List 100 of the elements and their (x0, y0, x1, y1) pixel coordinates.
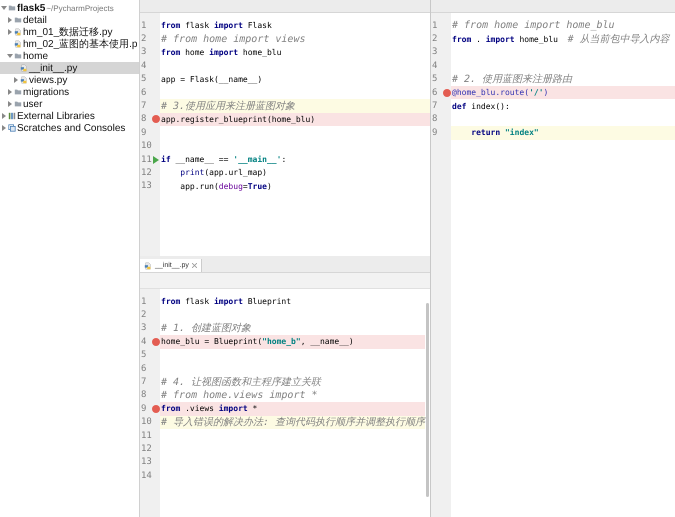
tree-item[interactable]: Scratches and Consoles (0, 122, 139, 134)
tree-item[interactable]: home (0, 50, 139, 62)
run-icon[interactable] (152, 156, 160, 164)
collapsed-arrow-icon[interactable] (7, 89, 13, 95)
line-number: 11 (140, 430, 152, 441)
line-number: 2 (140, 310, 148, 320)
line-number: 13 (140, 181, 152, 192)
tree-item[interactable]: flask5~/PycharmProjects (0, 2, 139, 14)
code-line: app.run(debug=True) (179, 182, 272, 191)
code-line: def index(): (451, 102, 510, 111)
breakpoint-icon[interactable] (152, 404, 160, 413)
line-number: 1 (140, 296, 148, 307)
tree-item[interactable]: hm_01_数据迁移.py (0, 26, 139, 38)
line-number: 3 (140, 47, 148, 58)
code-line: home_blu = Blueprint("home_b", __name__) (160, 337, 354, 346)
code-line: from flask import Flask (160, 21, 272, 30)
tree-item[interactable]: External Libraries (0, 110, 139, 122)
line-number: 5 (431, 74, 438, 84)
tree-item-label: hm_01_数据迁移.py (23, 26, 112, 38)
line-number: 9 (140, 128, 148, 138)
expanded-arrow-icon[interactable] (7, 53, 13, 59)
line-number: 7 (431, 101, 438, 112)
close-icon[interactable] (192, 263, 197, 268)
code-line: # 1. 创建蓝图对象 (160, 322, 252, 336)
python-file-icon (14, 28, 22, 36)
scrollbar[interactable] (426, 303, 430, 497)
code-line: # 4. 让视图函数和主程序建立关联 (160, 376, 322, 390)
code-line: from home import home_blu (160, 48, 282, 57)
code-line: # 3.使用应用来注册蓝图对象 (160, 100, 296, 114)
collapsed-arrow-icon[interactable] (7, 17, 13, 23)
code-line: app = Flask(__name__) (160, 74, 262, 84)
collapsed-arrow-icon[interactable] (1, 125, 7, 131)
code-line: if __name__ == '__main__': (160, 155, 286, 164)
tree-item-label: __init__.py (29, 62, 78, 74)
line-number: 13 (140, 457, 152, 468)
line-number: 7 (140, 101, 148, 112)
library-icon (8, 112, 16, 120)
code-line: # from home import home_blu (451, 20, 615, 32)
line-number: 12 (140, 444, 152, 454)
tree-item-label: user (23, 98, 42, 110)
line-number: 4 (140, 60, 148, 71)
tree-item-label: Scratches and Consoles (17, 122, 126, 134)
code-line: @home_blu.route('/') (451, 88, 548, 98)
code-line: # from home.views import * (160, 390, 318, 401)
line-number: 9 (140, 404, 148, 414)
line-number: 10 (140, 417, 152, 428)
line-number: 9 (431, 128, 438, 138)
line-number: 3 (140, 323, 148, 334)
line-number: 5 (140, 350, 148, 360)
line-number: 12 (140, 168, 152, 178)
code-line: from .views import * (160, 404, 258, 414)
tree-item[interactable]: migrations (0, 86, 139, 98)
breakpoint-icon[interactable] (152, 338, 160, 346)
tree-item-label: migrations (23, 86, 70, 98)
tree-item[interactable]: detail (0, 14, 139, 26)
line-number: 10 (140, 141, 152, 152)
code-line: # 2. 使用蓝图来注册路由 (451, 72, 572, 86)
python-file-icon (20, 64, 28, 72)
code-line: # from home import views (160, 34, 306, 45)
breakpoint-icon[interactable] (152, 115, 160, 124)
code-line: print(app.url_map) (179, 168, 267, 178)
tree-item[interactable]: hm_02_蓝图的基本使用.p (0, 38, 139, 50)
line-number: 2 (140, 34, 148, 44)
python-file-icon (14, 40, 22, 48)
tree-item[interactable]: __init__.py (0, 62, 139, 74)
tree-item-label: hm_02_蓝图的基本使用.p (23, 38, 138, 51)
code-line: app.register_blueprint(home_blu) (160, 114, 316, 124)
collapsed-arrow-icon[interactable] (13, 77, 19, 83)
code-line: from . import home_blu # 从当前包中导入内容 (451, 32, 670, 46)
expanded-arrow-icon[interactable] (1, 5, 7, 11)
line-number: 1 (431, 20, 438, 31)
tree-item-label: flask5 (17, 2, 46, 14)
line-number: 6 (140, 364, 148, 374)
folder-icon (14, 52, 22, 60)
collapsed-arrow-icon[interactable] (7, 101, 13, 107)
line-number: 1 (140, 20, 148, 31)
tree-item[interactable]: user (0, 98, 139, 110)
collapsed-arrow-icon[interactable] (1, 113, 7, 119)
python-file-icon (144, 262, 152, 270)
code-line: return "index" (470, 128, 539, 138)
line-number: 7 (140, 377, 148, 388)
line-number: 4 (140, 336, 148, 347)
project-path: ~/PycharmProjects (46, 4, 114, 12)
line-number: 11 (140, 154, 152, 165)
line-number: 3 (431, 47, 438, 58)
line-number: 4 (431, 60, 438, 71)
collapsed-arrow-icon[interactable] (7, 29, 13, 35)
line-number: 14 (140, 470, 152, 481)
scratches-icon (8, 124, 16, 132)
line-number: 8 (140, 114, 148, 124)
line-number: 5 (140, 74, 148, 84)
line-number: 8 (140, 390, 148, 400)
tree-item[interactable]: views.py (0, 74, 139, 86)
code-line: # 导入错误的解决办法: 查询代码执行顺序并调整执行顺序 (160, 416, 426, 430)
tree-item-label: home (23, 50, 48, 62)
line-number: 2 (431, 34, 438, 44)
breakpoint-icon[interactable] (443, 88, 451, 97)
code-line: from flask import Blueprint (160, 297, 292, 306)
tree-item-label: External Libraries (17, 110, 95, 122)
line-number: 6 (140, 88, 148, 98)
